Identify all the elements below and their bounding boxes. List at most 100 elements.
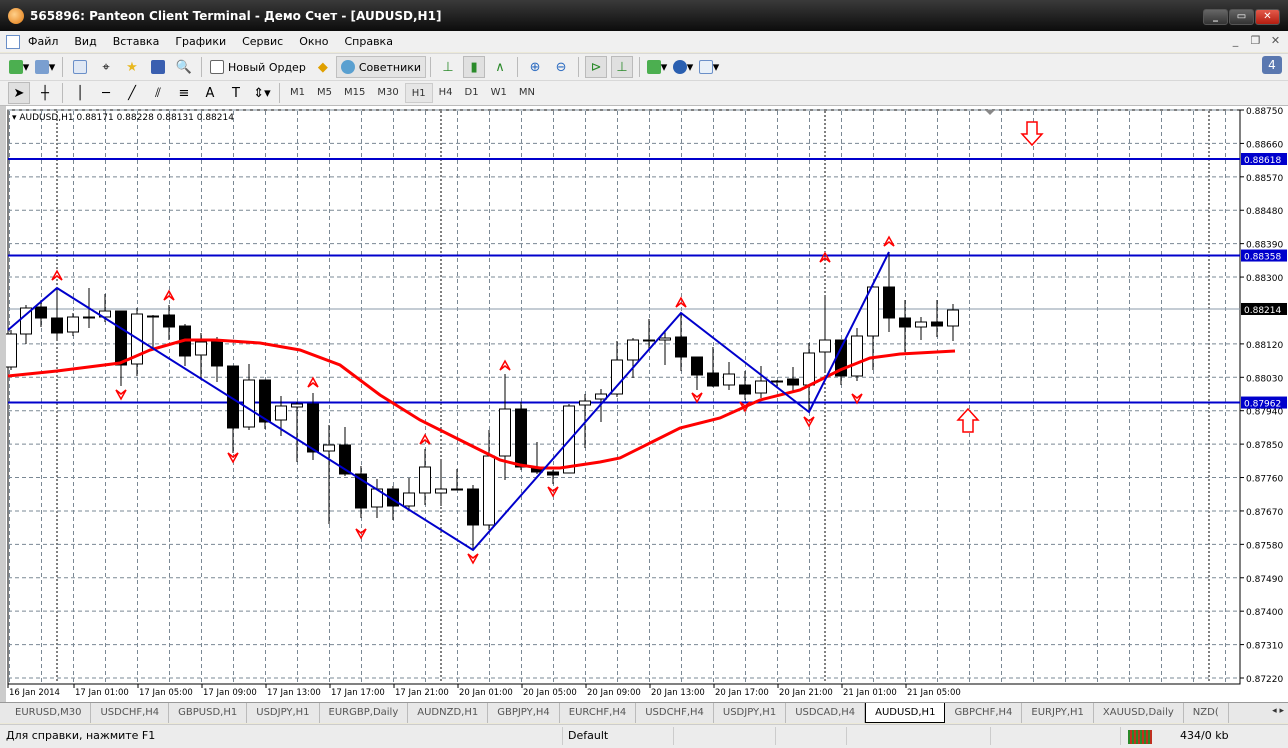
notifications-button[interactable]: 4 bbox=[1262, 56, 1282, 74]
equidistant-channel-icon[interactable]: ⫽ bbox=[147, 82, 169, 104]
mdi-close-button[interactable]: ✕ bbox=[1267, 33, 1284, 49]
periods-clock-icon[interactable]: ▾ bbox=[672, 56, 694, 78]
candle-bullish bbox=[419, 466, 431, 494]
time-label: 20 Jan 09:00 bbox=[587, 688, 641, 698]
mdi-minimize-button[interactable]: _ bbox=[1227, 33, 1244, 49]
chart-window-icon[interactable] bbox=[6, 34, 20, 49]
candle-bullish bbox=[291, 403, 303, 408]
candle-bullish bbox=[6, 333, 17, 368]
profiles-icon[interactable]: ▾ bbox=[34, 56, 56, 78]
app-logo-icon bbox=[8, 7, 24, 24]
crosshair-icon[interactable]: ┼ bbox=[34, 82, 56, 104]
bar-chart-icon[interactable]: ⊥ bbox=[437, 56, 459, 78]
chart-tab[interactable]: XAUUSD,Daily bbox=[1094, 703, 1184, 723]
candle-bullish bbox=[643, 339, 655, 342]
candle-bullish bbox=[499, 408, 511, 457]
time-label: 17 Jan 05:00 bbox=[139, 688, 193, 698]
chart-tab[interactable]: NZD( bbox=[1184, 703, 1229, 723]
time-label: 20 Jan 05:00 bbox=[523, 688, 577, 698]
menu-window[interactable]: Окно bbox=[299, 35, 328, 48]
candle-bullish bbox=[435, 488, 447, 494]
candle-bearish bbox=[787, 378, 799, 386]
experts-button[interactable]: Советники bbox=[335, 56, 427, 78]
candle-bullish bbox=[627, 339, 639, 361]
mdi-restore-button[interactable]: ❐ bbox=[1247, 33, 1264, 49]
chart-tab[interactable]: EURJPY,H1 bbox=[1022, 703, 1094, 723]
drawing-toolbar: ➤ ┼ │ ─ ╱ ⫽ ≡ A T ⇕▾ M1 M5 M15 M30 H1 H4… bbox=[0, 80, 1288, 106]
chart-tab[interactable]: USDJPY,H1 bbox=[714, 703, 787, 723]
timeframe-h4[interactable]: H4 bbox=[433, 83, 459, 103]
chart-tab[interactable]: GBPJPY,H4 bbox=[488, 703, 560, 723]
chart-tab[interactable]: GBPCHF,H4 bbox=[945, 703, 1023, 723]
chart-tab[interactable]: USDJPY,H1 bbox=[247, 703, 320, 723]
tab-scroll-arrows-icon[interactable]: ◂ ▸ bbox=[1272, 706, 1284, 716]
candle-bearish bbox=[467, 488, 479, 526]
time-label: 20 Jan 21:00 bbox=[779, 688, 833, 698]
candle-bearish bbox=[51, 317, 63, 334]
chart-window[interactable]: 0.88750 0.88660 0.88570 0.88480 0.88390 0.883… bbox=[0, 106, 1288, 702]
status-traffic: 434/0 kb bbox=[1180, 729, 1229, 742]
line-chart-icon[interactable]: ∧ bbox=[489, 56, 511, 78]
chart-tab[interactable]: EURUSD,M30 bbox=[6, 703, 92, 723]
time-label: 17 Jan 09:00 bbox=[203, 688, 257, 698]
meta-editor-icon[interactable]: ◆ bbox=[312, 56, 334, 78]
timeframe-m15[interactable]: M15 bbox=[338, 83, 371, 103]
minimize-button[interactable]: _ bbox=[1203, 9, 1228, 25]
text-icon[interactable]: A bbox=[199, 82, 221, 104]
time-label: 21 Jan 01:00 bbox=[843, 688, 897, 698]
timeframe-mn[interactable]: MN bbox=[513, 83, 541, 103]
price-tick-label: 0.87220 bbox=[1246, 675, 1283, 685]
trendline-icon[interactable]: ╱ bbox=[121, 82, 143, 104]
status-help: Для справки, нажмите F1 bbox=[6, 729, 156, 742]
data-window-icon[interactable]: ⌖ bbox=[95, 56, 117, 78]
menu-file[interactable]: Файл bbox=[28, 35, 58, 48]
menu-insert[interactable]: Вставка bbox=[113, 35, 160, 48]
chart-tab[interactable]: USDCAD,H4 bbox=[786, 703, 866, 723]
chart-tab[interactable]: EURCHF,H4 bbox=[560, 703, 637, 723]
chart-tab[interactable]: USDCHF,H4 bbox=[636, 703, 714, 723]
menu-help[interactable]: Справка bbox=[344, 35, 392, 48]
new-order-button[interactable]: Новый Ордер bbox=[206, 56, 310, 78]
price-chart[interactable]: 0.88750 0.88660 0.88570 0.88480 0.88390 0.883… bbox=[6, 106, 1288, 702]
chart-tab[interactable]: AUDUSD,H1 bbox=[865, 703, 946, 723]
arrows-icon[interactable]: ⇕▾ bbox=[251, 82, 273, 104]
chart-tab[interactable]: AUDNZD,H1 bbox=[408, 703, 489, 723]
timeframe-m5[interactable]: M5 bbox=[311, 83, 338, 103]
auto-scroll-icon[interactable]: ⊳ bbox=[585, 56, 608, 78]
level-price-text: 0.88618 bbox=[1244, 156, 1281, 166]
chart-tab[interactable]: EURGBP,Daily bbox=[320, 703, 409, 723]
close-button[interactable]: ✕ bbox=[1255, 9, 1280, 25]
terminal-icon[interactable] bbox=[147, 56, 169, 78]
strategy-tester-icon[interactable]: 🔍 bbox=[173, 56, 195, 78]
menu-view[interactable]: Вид bbox=[74, 35, 96, 48]
fibonacci-icon[interactable]: ≡ bbox=[173, 82, 195, 104]
candle-bullish bbox=[851, 335, 863, 377]
chart-tab[interactable]: GBPUSD,H1 bbox=[169, 703, 248, 723]
market-watch-icon[interactable] bbox=[69, 56, 91, 78]
text-label-icon[interactable]: T bbox=[225, 82, 247, 104]
candlestick-chart-icon[interactable]: ▮ bbox=[463, 56, 486, 78]
templates-icon[interactable]: ▾ bbox=[698, 56, 720, 78]
timeframe-d1[interactable]: D1 bbox=[459, 83, 485, 103]
timeframe-m30[interactable]: M30 bbox=[371, 83, 404, 103]
candle-bullish bbox=[915, 321, 927, 328]
new-chart-icon[interactable]: ▾ bbox=[8, 56, 30, 78]
zoom-in-icon[interactable]: ⊕ bbox=[524, 56, 546, 78]
chart-shift-icon[interactable]: ⊥ bbox=[611, 56, 634, 78]
maximize-button[interactable]: ▭ bbox=[1229, 9, 1254, 25]
timeframe-m1[interactable]: M1 bbox=[284, 83, 311, 103]
navigator-icon[interactable]: ★ bbox=[121, 56, 143, 78]
candle-bearish bbox=[691, 356, 703, 376]
timeframe-h1[interactable]: H1 bbox=[404, 83, 433, 103]
menu-tools[interactable]: Сервис bbox=[242, 35, 283, 48]
horizontal-line-icon[interactable]: ─ bbox=[95, 82, 117, 104]
menu-charts[interactable]: Графики bbox=[175, 35, 226, 48]
chart-tab[interactable]: USDCHF,H4 bbox=[91, 703, 170, 723]
vertical-line-icon[interactable]: │ bbox=[69, 82, 91, 104]
zoom-out-icon[interactable]: ⊖ bbox=[550, 56, 572, 78]
standard-toolbar: ▾ ▾ ⌖ ★ 🔍 Новый Ордер ◆ Советники ⊥ ▮ ∧ … bbox=[0, 53, 1288, 80]
cursor-icon[interactable]: ➤ bbox=[8, 82, 30, 104]
chart-header: ▾ AUDUSD,H1 0.88171 0.88228 0.88131 0.88… bbox=[12, 113, 234, 123]
timeframe-w1[interactable]: W1 bbox=[485, 83, 513, 103]
indicators-icon[interactable]: ▾ bbox=[646, 56, 668, 78]
